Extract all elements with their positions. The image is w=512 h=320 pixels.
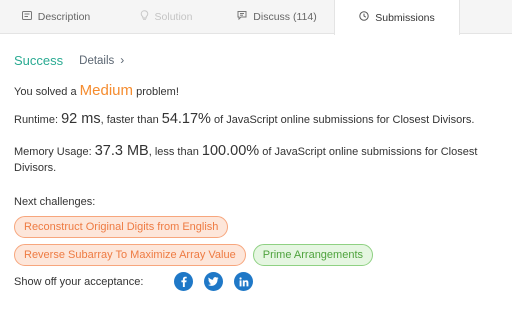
status-row: Success Details › [14, 52, 512, 68]
linkedin-icon[interactable] [234, 272, 253, 291]
tab-submissions[interactable]: Submissions [334, 0, 460, 35]
chevron-right-icon: › [120, 53, 125, 67]
share-row: Show off your acceptance: [14, 272, 512, 291]
next-challenges-label: Next challenges: [14, 196, 96, 208]
discuss-icon [237, 0, 247, 34]
runtime-stat: Runtime: 92 ms, faster than 54.17% of Ja… [14, 111, 512, 127]
memory-middle: , less than [148, 146, 199, 158]
twitter-icon[interactable] [204, 272, 223, 291]
solved-prefix: You solved a [14, 86, 77, 98]
challenge-chip[interactable]: Reconstruct Original Digits from English [14, 216, 229, 238]
runtime-middle: , faster than [100, 114, 159, 126]
details-link[interactable]: Details › [79, 53, 124, 67]
tab-discuss[interactable]: Discuss (114) [220, 0, 334, 34]
difficulty-medium: Medium [79, 82, 134, 99]
memory-label: Memory Usage: [14, 146, 92, 158]
tab-bar: Description Solution Discuss (114) Submi… [0, 0, 512, 35]
solved-message: You solved a Medium problem! [14, 82, 512, 99]
details-label: Details [79, 55, 115, 67]
solution-icon [140, 0, 149, 34]
tab-solution-label: Solution [154, 11, 193, 23]
tab-description[interactable]: Description [0, 0, 112, 34]
share-label: Show off your acceptance: [14, 275, 144, 288]
tab-submissions-label: Submissions [375, 11, 435, 24]
social-buttons [174, 272, 253, 291]
solved-suffix: problem! [136, 86, 179, 98]
runtime-value: 92 ms [61, 111, 101, 127]
submission-result: Success Details › You solved a Medium pro… [14, 52, 512, 291]
runtime-percent: 54.17% [161, 111, 211, 127]
status-success: Success [14, 52, 64, 68]
chip-row: Reverse Subarray To Maximize Array Value… [14, 244, 512, 266]
description-icon [21, 0, 32, 34]
memory-stat: Memory Usage: 37.3 MB, less than 100.00%… [14, 143, 512, 176]
challenge-chip[interactable]: Prime Arrangements [252, 244, 373, 266]
runtime-label: Runtime: [14, 114, 59, 126]
tab-solution[interactable]: Solution [112, 0, 220, 34]
tab-description-label: Description [37, 11, 91, 23]
runtime-suffix: of JavaScript online submissions for Clo… [214, 114, 475, 126]
memory-percent: 100.00% [201, 143, 260, 159]
facebook-icon[interactable] [174, 272, 193, 291]
challenge-chip[interactable]: Reverse Subarray To Maximize Array Value [14, 244, 246, 266]
tab-discuss-label: Discuss (114) [253, 11, 317, 23]
chip-row: Reconstruct Original Digits from English [14, 216, 512, 238]
submissions-icon [359, 1, 369, 35]
next-challenges-list: Reconstruct Original Digits from English… [14, 216, 512, 266]
memory-value: 37.3 MB [94, 143, 149, 159]
